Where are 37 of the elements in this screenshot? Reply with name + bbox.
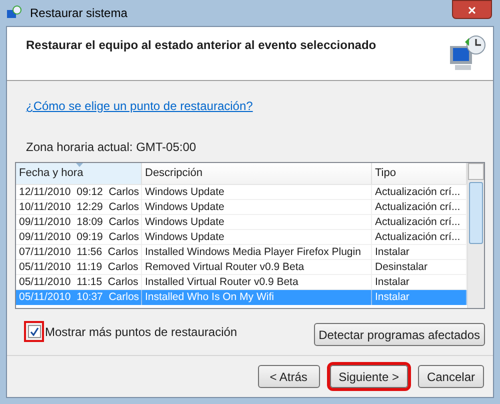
table-row[interactable]: 09/11/2010 18:09 Carlos Windows Update Actualización crí... <box>16 215 467 230</box>
table-cell: 10/11/2010 12:29 Carlos <box>16 200 142 215</box>
table-row[interactable]: 12/11/2010 09:12 Carlos Windows Update Actualización crí... <box>16 185 467 200</box>
help-link[interactable]: ¿Cómo se elige un punto de restauración? <box>26 97 253 115</box>
checkbox-label: Mostrar más puntos de restauración <box>45 324 238 340</box>
nav-button[interactable]: < Atrás <box>258 365 320 388</box>
table-row[interactable]: 05/11/2010 11:19 Carlos Removed Virtual Router v0.9 Beta Desinstalar <box>16 260 467 275</box>
table-cell: Windows Update <box>142 215 372 230</box>
column-header[interactable]: Tipo <box>372 163 467 184</box>
table-cell: Removed Virtual Router v0.9 Beta <box>142 260 372 275</box>
nav-button[interactable]: Siguiente > <box>330 365 408 388</box>
table-cell: 09/11/2010 09:19 Carlos <box>16 230 142 245</box>
table-cell: Windows Update <box>142 185 372 200</box>
app-icon <box>6 5 22 21</box>
table-row[interactable]: 09/11/2010 09:19 Carlos Windows Update Actualización crí... <box>16 230 467 245</box>
detect-programs-button[interactable]: Detectar programas afectados <box>314 323 485 346</box>
nav-button[interactable]: Cancelar <box>418 365 484 388</box>
column-header[interactable]: Descripción <box>142 163 372 184</box>
scrollbar[interactable] <box>467 163 484 308</box>
window-title: Restaurar sistema <box>30 5 128 22</box>
table-cell: 07/11/2010 11:56 Carlos <box>16 245 142 260</box>
timezone-label: Zona horaria actual: GMT-05:00 <box>26 139 198 156</box>
table-cell: 12/11/2010 09:12 Carlos <box>16 185 142 200</box>
table-cell: 09/11/2010 18:09 Carlos <box>16 215 142 230</box>
sort-arrow-icon <box>76 163 83 167</box>
table-cell: Installed Windows Media Player Firefox Plugin <box>142 245 372 260</box>
page-heading: Restaurar el equipo al estado anterior al evento seleccionado <box>26 37 376 54</box>
close-button[interactable]: × <box>452 0 492 19</box>
table-cell: 05/11/2010 10:37 Carlos <box>16 290 142 305</box>
table-cell: Windows Update <box>142 230 372 245</box>
column-header[interactable]: Fecha y hora <box>16 163 142 184</box>
table-cell: Windows Update <box>142 200 372 215</box>
table-row[interactable]: 10/11/2010 12:29 Carlos Windows Update Actualización crí... <box>16 200 467 215</box>
table-row[interactable]: 07/11/2010 11:56 Carlos Installed Windows Media Player Firefox Plugin Instalar <box>16 245 467 260</box>
table-cell: Installed Who Is On My Wifi <box>142 290 372 305</box>
table-cell: 05/11/2010 11:19 Carlos <box>16 260 142 275</box>
checkmark-icon <box>30 327 38 336</box>
